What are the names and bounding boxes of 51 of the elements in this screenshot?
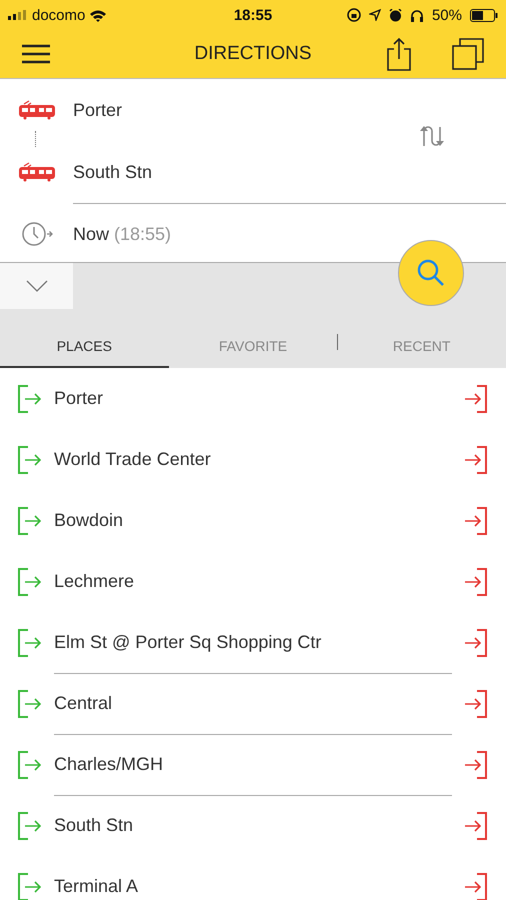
clock-time: 18:55	[234, 6, 272, 24]
share-icon[interactable]	[386, 37, 412, 71]
tram-icon	[18, 100, 54, 120]
destination-station[interactable]: South Stn	[73, 162, 152, 182]
chevron-down-icon	[26, 280, 48, 292]
entry-arrow-icon[interactable]	[18, 568, 42, 596]
battery-icon	[470, 8, 498, 22]
exit-arrow-icon[interactable]	[464, 812, 488, 840]
entry-arrow-icon[interactable]	[18, 690, 42, 718]
place-item[interactable]: World Trade Center	[0, 429, 506, 490]
place-item[interactable]: Porter	[0, 368, 506, 429]
exit-arrow-icon[interactable]	[464, 568, 488, 596]
exit-arrow-icon[interactable]	[464, 690, 488, 718]
search-icon	[416, 258, 446, 288]
exit-arrow-icon[interactable]	[464, 384, 488, 412]
tab[interactable]: PLACES	[0, 325, 169, 368]
battery-percent: 50%	[432, 6, 462, 24]
carrier-name: docomo	[32, 6, 86, 24]
place-item[interactable]: Terminal A	[0, 856, 506, 900]
rotation-lock-icon	[346, 8, 361, 22]
clock-arrow-icon	[20, 221, 52, 247]
entry-arrow-icon[interactable]	[18, 506, 42, 534]
tram-icon	[18, 162, 54, 182]
place-item[interactable]: South Stn	[0, 795, 506, 856]
wifi-icon	[89, 8, 108, 22]
copy-icon[interactable]	[452, 38, 484, 70]
location-arrow-icon	[368, 9, 381, 21]
place-item[interactable]: Charles/MGH	[0, 734, 506, 795]
menu-icon[interactable]	[22, 44, 50, 64]
entry-arrow-icon[interactable]	[18, 446, 42, 474]
place-item[interactable]: Bowdoin	[0, 490, 506, 551]
headphones-icon	[410, 8, 424, 22]
origin-station[interactable]: Porter	[73, 100, 122, 120]
exit-arrow-icon[interactable]	[464, 872, 488, 900]
place-item[interactable]: Lechmere	[0, 551, 506, 612]
screen-title: DIRECTIONS	[194, 43, 312, 65]
swap-icon[interactable]	[418, 125, 444, 147]
place-item[interactable]: Elm St @ Porter Sq Shopping Ctr	[0, 612, 506, 673]
place-item[interactable]: Central	[0, 673, 506, 734]
entry-arrow-icon[interactable]	[18, 750, 42, 778]
signal-icon	[8, 10, 28, 20]
alarm-clock-icon	[388, 8, 402, 22]
entry-arrow-icon[interactable]	[18, 872, 42, 900]
entry-arrow-icon[interactable]	[18, 628, 42, 656]
entry-arrow-icon[interactable]	[18, 384, 42, 412]
exit-arrow-icon[interactable]	[464, 446, 488, 474]
exit-arrow-icon[interactable]	[464, 628, 488, 656]
exit-arrow-icon[interactable]	[464, 750, 488, 778]
exit-arrow-icon[interactable]	[464, 506, 488, 534]
departure-time[interactable]: Now (18:55)	[73, 224, 172, 244]
entry-arrow-icon[interactable]	[18, 812, 42, 840]
